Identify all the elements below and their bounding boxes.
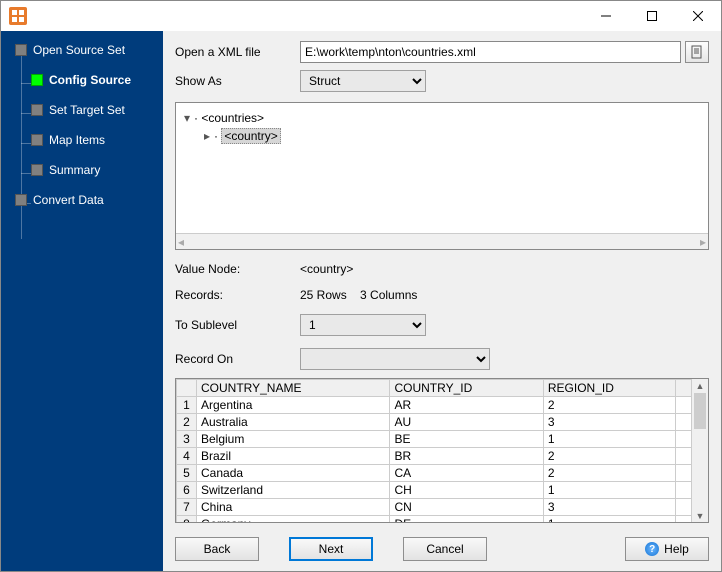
table-cell[interactable]: Brazil	[197, 448, 390, 465]
table-row[interactable]: 7ChinaCN3	[177, 499, 692, 516]
col-header[interactable]: COUNTRY_NAME	[197, 380, 390, 397]
app-icon	[9, 7, 27, 25]
bottom-bar: Back Next Cancel ?Help	[175, 523, 709, 561]
browse-button[interactable]	[685, 41, 709, 63]
tree-node-root[interactable]: <countries>	[201, 111, 264, 125]
table-cell[interactable]: AU	[390, 414, 543, 431]
row-header-corner	[177, 380, 197, 397]
table-row[interactable]: 6SwitzerlandCH1	[177, 482, 692, 499]
col-header[interactable]: REGION_ID	[543, 380, 676, 397]
sublevel-select[interactable]: 1	[300, 314, 426, 336]
row-number: 2	[177, 414, 197, 431]
table-row[interactable]: 1ArgentinaAR2	[177, 397, 692, 414]
table-cell[interactable]: DE	[390, 516, 543, 523]
sidebar-item-label: Summary	[49, 163, 100, 177]
sublevel-label: To Sublevel	[175, 318, 300, 332]
titlebar	[1, 1, 721, 31]
sidebar-item-summary[interactable]: Summary	[1, 157, 163, 183]
table-cell[interactable]: 2	[543, 448, 676, 465]
value-node-value: <country>	[300, 262, 353, 276]
help-button[interactable]: ?Help	[625, 537, 709, 561]
table-row[interactable]: 4BrazilBR2	[177, 448, 692, 465]
table-cell[interactable]: Argentina	[197, 397, 390, 414]
sidebar-item-config-source[interactable]: Config Source	[1, 67, 163, 93]
row-number: 7	[177, 499, 197, 516]
value-node-label: Value Node:	[175, 262, 300, 276]
minimize-button[interactable]	[583, 1, 629, 31]
sidebar-item-map-items[interactable]: Map Items	[1, 127, 163, 153]
open-file-label: Open a XML file	[175, 45, 300, 59]
sidebar-item-label: Set Target Set	[49, 103, 125, 117]
close-button[interactable]	[675, 1, 721, 31]
table-cell[interactable]: 1	[543, 482, 676, 499]
wizard-sidebar: Open Source Set Config Source Set Target…	[1, 31, 163, 571]
sidebar-item-open-source-set[interactable]: Open Source Set	[1, 37, 163, 63]
sidebar-item-label: Config Source	[49, 73, 131, 87]
table-cell[interactable]: 2	[543, 465, 676, 482]
table-cell[interactable]: Canada	[197, 465, 390, 482]
xml-tree-panel[interactable]: ▾· <countries> ▸· <country> ◂▸	[175, 102, 709, 250]
sidebar-item-convert-data[interactable]: Convert Data	[1, 187, 163, 213]
table-cell[interactable]: BE	[390, 431, 543, 448]
sidebar-item-label: Open Source Set	[33, 43, 125, 57]
scroll-up-icon[interactable]: ▲	[692, 379, 708, 392]
horizontal-scrollbar[interactable]: ◂▸	[176, 233, 708, 249]
table-cell[interactable]: Australia	[197, 414, 390, 431]
main-panel: Open a XML file Show As Struct ▾· <count…	[163, 31, 721, 571]
next-button[interactable]: Next	[289, 537, 373, 561]
sidebar-item-set-target-set[interactable]: Set Target Set	[1, 97, 163, 123]
collapse-icon[interactable]: ▾	[182, 111, 192, 125]
table-cell[interactable]: CA	[390, 465, 543, 482]
record-on-label: Record On	[175, 352, 300, 366]
table-cell[interactable]: BR	[390, 448, 543, 465]
data-table-wrap: COUNTRY_NAME COUNTRY_ID REGION_ID 1Argen…	[175, 378, 709, 523]
table-cell[interactable]: Switzerland	[197, 482, 390, 499]
maximize-button[interactable]	[629, 1, 675, 31]
table-row[interactable]: 3BelgiumBE1	[177, 431, 692, 448]
show-as-select[interactable]: Struct	[300, 70, 426, 92]
table-cell[interactable]: 3	[543, 414, 676, 431]
help-icon: ?	[645, 542, 659, 556]
table-cell[interactable]: 1	[543, 431, 676, 448]
row-number: 5	[177, 465, 197, 482]
table-row[interactable]: 8GermanyDE1	[177, 516, 692, 523]
sidebar-item-label: Map Items	[49, 133, 105, 147]
vertical-scrollbar[interactable]: ▲ ▼	[691, 379, 708, 522]
table-cell[interactable]: AR	[390, 397, 543, 414]
back-button[interactable]: Back	[175, 537, 259, 561]
file-path-input[interactable]	[300, 41, 681, 63]
table-row[interactable]: 5CanadaCA2	[177, 465, 692, 482]
row-number: 8	[177, 516, 197, 523]
table-cell[interactable]: CN	[390, 499, 543, 516]
show-as-label: Show As	[175, 74, 300, 88]
document-icon	[690, 45, 704, 59]
record-on-select[interactable]	[300, 348, 490, 370]
table-cell[interactable]: Belgium	[197, 431, 390, 448]
records-value: 25 Rows 3 Columns	[300, 288, 417, 302]
table-row[interactable]: 2AustraliaAU3	[177, 414, 692, 431]
col-header[interactable]: COUNTRY_ID	[390, 380, 543, 397]
data-table[interactable]: COUNTRY_NAME COUNTRY_ID REGION_ID 1Argen…	[176, 379, 691, 522]
records-label: Records:	[175, 288, 300, 302]
table-cell[interactable]: 3	[543, 499, 676, 516]
row-number: 4	[177, 448, 197, 465]
table-cell[interactable]: 2	[543, 397, 676, 414]
row-number: 6	[177, 482, 197, 499]
col-header-empty	[676, 380, 691, 397]
table-cell[interactable]: 1	[543, 516, 676, 523]
tree-node-child[interactable]: <country>	[221, 128, 280, 144]
table-cell[interactable]: China	[197, 499, 390, 516]
row-number: 3	[177, 431, 197, 448]
scroll-down-icon[interactable]: ▼	[692, 509, 708, 522]
expand-icon[interactable]: ▸	[202, 129, 212, 143]
sidebar-item-label: Convert Data	[33, 193, 104, 207]
table-cell[interactable]: CH	[390, 482, 543, 499]
row-number: 1	[177, 397, 197, 414]
cancel-button[interactable]: Cancel	[403, 537, 487, 561]
table-cell[interactable]: Germany	[197, 516, 390, 523]
scroll-thumb[interactable]	[694, 393, 706, 429]
